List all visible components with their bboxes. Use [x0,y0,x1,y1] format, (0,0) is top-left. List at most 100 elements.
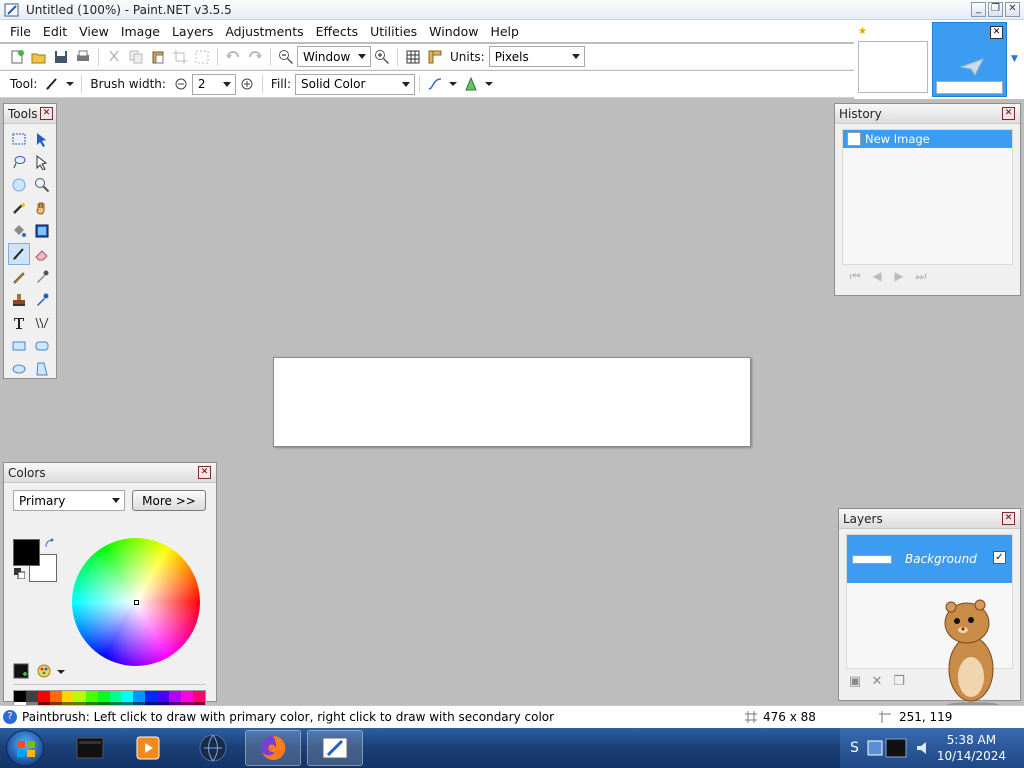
layers-close-icon[interactable]: ✕ [1002,512,1015,525]
cut-icon[interactable] [104,47,124,67]
menu-adjustments[interactable]: Adjustments [219,24,309,39]
grid-icon[interactable] [403,47,423,67]
rounded-rectangle-icon[interactable] [31,335,53,357]
active-image-thumbnail[interactable]: ✕ [932,22,1007,97]
scroll-down-icon[interactable]: ▼ [1011,54,1021,66]
menu-file[interactable]: File [4,24,37,39]
paintbrush-tool-icon[interactable] [42,74,62,94]
palette-add-icon[interactable] [13,663,29,679]
primary-color-swatch[interactable] [13,539,40,566]
line-curve-icon[interactable] [31,312,53,334]
reset-colors-icon[interactable] [14,568,25,579]
redo-step-icon[interactable]: ▶ [890,269,908,285]
image-thumbnail[interactable] [858,41,928,93]
palette-menu-icon[interactable] [36,663,52,679]
menu-utilities[interactable]: Utilities [364,24,423,39]
menu-edit[interactable]: Edit [37,24,73,39]
clock[interactable]: 5:38 AM 10/14/2024 [937,732,1006,764]
chevron-down-icon[interactable] [57,668,65,676]
zoom-out-icon[interactable] [276,47,296,67]
move-selection-icon[interactable] [31,151,53,173]
eraser-icon[interactable] [31,243,53,265]
copy-icon[interactable] [126,47,146,67]
chevron-down-icon[interactable] [483,74,495,94]
taskbar-explorer[interactable] [62,730,118,766]
undo-icon[interactable] [223,47,243,67]
gradient-icon[interactable] [31,220,53,242]
increase-width-icon[interactable] [237,74,257,94]
redo-icon[interactable] [245,47,265,67]
restore-button[interactable]: ❐ [988,2,1003,17]
crop-icon[interactable] [170,47,190,67]
star-icon: ★ [858,26,867,37]
rulers-icon[interactable] [425,47,445,67]
zoom-in-icon[interactable] [372,47,392,67]
alpha-blending-icon[interactable] [461,74,481,94]
colors-close-icon[interactable]: ✕ [198,466,211,479]
units-select[interactable]: Pixels [488,46,585,67]
minimize-button[interactable]: _ [971,2,986,17]
image-canvas[interactable] [273,357,751,447]
color-mode-select[interactable]: Primary [13,490,125,511]
open-icon[interactable] [29,47,49,67]
fill-select[interactable]: Solid Color [295,73,415,95]
paste-icon[interactable] [148,47,168,67]
close-image-icon[interactable]: ✕ [990,26,1003,39]
menu-effects[interactable]: Effects [310,24,365,39]
print-icon[interactable] [73,47,93,67]
ellipse-shape-icon[interactable] [8,358,30,380]
taskbar-paintnet[interactable] [307,730,363,766]
magic-wand-icon[interactable] [8,197,30,219]
history-close-icon[interactable]: ✕ [1002,107,1015,120]
menu-window[interactable]: Window [423,24,484,39]
more-colors-button[interactable]: More >> [132,490,206,511]
paintbrush-icon[interactable] [8,243,30,265]
antialiasing-icon[interactable] [425,74,445,94]
menu-view[interactable]: View [73,24,115,39]
clone-stamp-icon[interactable] [8,289,30,311]
start-button[interactable] [6,730,44,766]
zoom-select[interactable]: Window [297,46,371,67]
brush-width-select[interactable]: 2 [191,73,236,95]
zoom-tool-icon[interactable] [31,174,53,196]
color-wheel[interactable] [72,538,200,666]
network-icon[interactable] [866,737,910,759]
ellipse-select-icon[interactable] [8,174,30,196]
close-button[interactable]: ✕ [1005,2,1020,17]
chevron-down-icon[interactable] [64,74,76,94]
fast-forward-icon[interactable]: ⏭ [912,269,930,285]
add-layer-icon[interactable]: ▣ [846,672,864,690]
lasso-select-icon[interactable] [8,151,30,173]
paint-bucket-icon[interactable] [8,220,30,242]
delete-layer-icon[interactable]: ✕ [868,672,886,690]
new-icon[interactable] [7,47,27,67]
rectangle-shape-icon[interactable] [8,335,30,357]
tools-close-icon[interactable]: ✕ [40,107,53,120]
decrease-width-icon[interactable] [171,74,191,94]
menu-image[interactable]: Image [115,24,166,39]
move-selected-icon[interactable] [31,128,53,150]
deselect-icon[interactable] [192,47,212,67]
history-item[interactable]: New Image [843,130,1012,148]
color-picker-icon[interactable] [31,266,53,288]
save-icon[interactable] [51,47,71,67]
swap-colors-icon[interactable] [44,538,55,549]
taskbar-browser[interactable] [185,730,241,766]
duplicate-layer-icon[interactable]: ❐ [890,672,908,690]
taskbar-firefox[interactable] [245,730,301,766]
rectangle-select-icon[interactable] [8,128,30,150]
rewind-icon[interactable]: ⏮ [846,269,864,285]
chevron-down-icon[interactable] [447,74,459,94]
undo-step-icon[interactable]: ◀ [868,269,886,285]
pan-hand-icon[interactable] [31,197,53,219]
speaker-icon[interactable] [914,739,932,757]
layer-row[interactable]: Background ✓ [847,535,1012,583]
layer-visibility-checkbox[interactable]: ✓ [993,551,1006,564]
taskbar-media-player[interactable] [120,730,176,766]
text-tool-icon[interactable] [8,312,30,334]
recolor-icon[interactable] [31,289,53,311]
menu-help[interactable]: Help [484,24,525,39]
menu-layers[interactable]: Layers [166,24,219,39]
pencil-icon[interactable] [8,266,30,288]
freeform-shape-icon[interactable] [31,358,53,380]
